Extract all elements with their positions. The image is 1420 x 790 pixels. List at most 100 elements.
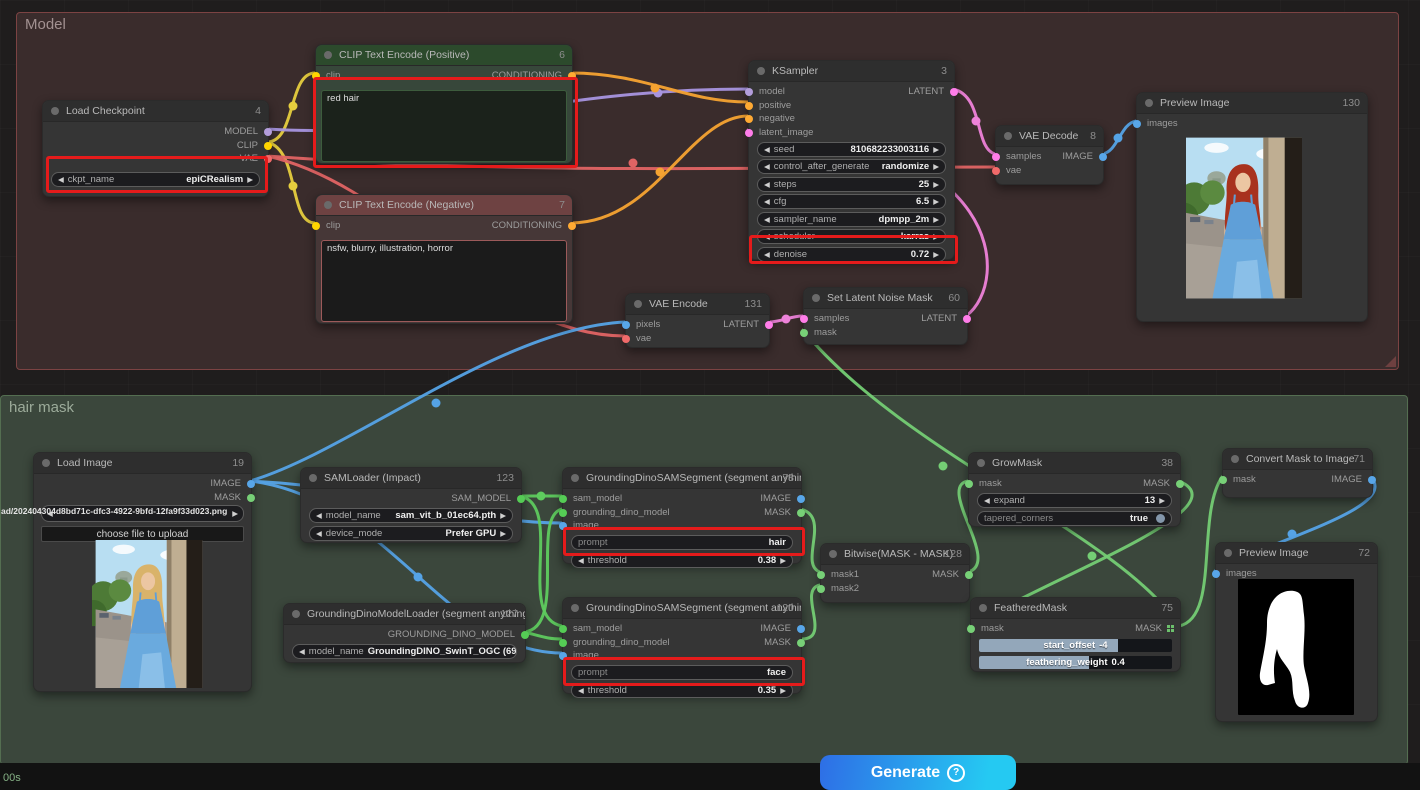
- port-mask-out[interactable]: [797, 509, 805, 517]
- stepper-left-icon[interactable]: ◀: [764, 162, 770, 171]
- port-sam-model-out[interactable]: [517, 495, 525, 503]
- stepper-left-icon[interactable]: ◀: [764, 180, 770, 189]
- stepper-left-icon[interactable]: ◀: [764, 197, 770, 206]
- widget-threshold[interactable]: ◀ threshold 0.38 ▶: [571, 553, 793, 568]
- node-grow-mask[interactable]: GrowMask 38 mask MASK ◀ expand 13 ▶ tape…: [968, 452, 1181, 527]
- widget-tapered-corners[interactable]: tapered_corners true: [977, 511, 1172, 526]
- stepper-left-icon[interactable]: ◀: [578, 556, 584, 565]
- port-images-in[interactable]: [1212, 570, 1220, 578]
- port-clip-in[interactable]: [312, 72, 320, 80]
- port-pixels-in[interactable]: [622, 321, 630, 329]
- node-preview-image-130[interactable]: Preview Image 130 images: [1136, 92, 1368, 322]
- node-header[interactable]: SAMLoader (Impact) 123: [301, 468, 521, 489]
- collapse-toggle-icon[interactable]: [309, 474, 317, 482]
- stepper-right-icon[interactable]: ▶: [933, 145, 939, 154]
- stepper-left-icon[interactable]: ◀: [58, 175, 64, 184]
- stepper-right-icon[interactable]: ▶: [500, 511, 506, 520]
- collapse-toggle-icon[interactable]: [292, 610, 300, 618]
- node-header[interactable]: GroundingDinoSAMSegment (segment anythin…: [563, 468, 801, 489]
- node-load-image[interactable]: Load Image 19 IMAGE MASK ◀ ▶ choose file…: [33, 452, 252, 692]
- node-clip-text-encode-negative[interactable]: CLIP Text Encode (Negative) 7 clip CONDI…: [315, 194, 573, 324]
- group-model-title[interactable]: Model: [25, 16, 66, 33]
- collapse-toggle-icon[interactable]: [634, 300, 642, 308]
- slider-feathering-weight[interactable]: feathering_weight 0.4: [979, 656, 1172, 669]
- stepper-left-icon[interactable]: ◀: [316, 511, 322, 520]
- port-image-out[interactable]: [797, 495, 805, 503]
- stepper-left-icon[interactable]: ◀: [764, 250, 770, 259]
- collapse-toggle-icon[interactable]: [829, 550, 837, 558]
- port-latent-in[interactable]: [745, 129, 753, 137]
- collapse-toggle-icon[interactable]: [1004, 132, 1012, 140]
- port-image-out[interactable]: [247, 480, 255, 488]
- node-feathered-mask[interactable]: FeatheredMask 75 mask MASK start_offset …: [970, 597, 1181, 672]
- collapse-toggle-icon[interactable]: [324, 51, 332, 59]
- group-resize-handle[interactable]: [1385, 356, 1396, 367]
- node-header[interactable]: Preview Image 130: [1137, 93, 1367, 114]
- node-header[interactable]: VAE Encode 131: [626, 294, 769, 315]
- port-image-out[interactable]: [797, 625, 805, 633]
- port-mask2-in[interactable]: [817, 585, 825, 593]
- port-mask-in[interactable]: [800, 329, 808, 337]
- port-conditioning-out[interactable]: [568, 222, 576, 230]
- node-preview-image-72[interactable]: Preview Image 72 images: [1215, 542, 1378, 722]
- node-set-latent-noise-mask[interactable]: Set Latent Noise Mask 60 samples LATENT …: [803, 287, 968, 345]
- collapse-toggle-icon[interactable]: [757, 67, 765, 75]
- node-ksampler[interactable]: KSampler 3 model LATENT positive negativ…: [748, 60, 955, 260]
- widget-model-name[interactable]: ◀ model_name sam_vit_b_01ec64.pth ▶: [309, 508, 513, 523]
- port-sam-model-in[interactable]: [559, 625, 567, 633]
- port-latent-out[interactable]: [765, 321, 773, 329]
- widget-expand[interactable]: ◀ expand 13 ▶: [977, 493, 1172, 508]
- collapse-toggle-icon[interactable]: [977, 459, 985, 467]
- node-header[interactable]: Preview Image 72: [1216, 543, 1377, 564]
- collapse-toggle-icon[interactable]: [324, 201, 332, 209]
- prompt-textarea[interactable]: red hair: [321, 90, 567, 162]
- port-latent-out[interactable]: [950, 88, 958, 96]
- node-header[interactable]: CLIP Text Encode (Positive) 6: [316, 45, 572, 66]
- node-vae-decode[interactable]: VAE Decode 8 samples IMAGE vae: [995, 125, 1104, 185]
- collapse-toggle-icon[interactable]: [42, 459, 50, 467]
- stepper-left-icon[interactable]: ◀: [764, 145, 770, 154]
- stepper-right-icon[interactable]: ▶: [780, 556, 786, 565]
- port-samples-in[interactable]: [800, 315, 808, 323]
- stepper-left-icon[interactable]: ◀: [764, 232, 770, 241]
- collapse-toggle-icon[interactable]: [1231, 455, 1239, 463]
- collapse-toggle-icon[interactable]: [1145, 99, 1153, 107]
- port-mask-out[interactable]: [247, 494, 255, 502]
- port-mask-out[interactable]: [797, 639, 805, 647]
- collapse-toggle-icon[interactable]: [812, 294, 820, 302]
- widget-sampler-name[interactable]: ◀ sampler_name dpmpp_2m ▶: [757, 212, 946, 227]
- stepper-right-icon[interactable]: ▶: [933, 180, 939, 189]
- port-dino-model-out[interactable]: [521, 631, 529, 639]
- stepper-left-icon[interactable]: ◀: [299, 647, 305, 656]
- node-grounding-dino-sam-segment-hair[interactable]: GroundingDinoSAMSegment (segment anythin…: [562, 467, 802, 564]
- stepper-right-icon[interactable]: ▶: [247, 175, 253, 184]
- port-mask1-in[interactable]: [817, 571, 825, 579]
- stepper-right-icon[interactable]: ▶: [933, 250, 939, 259]
- node-vae-encode[interactable]: VAE Encode 131 pixels LATENT vae: [625, 293, 770, 348]
- node-header[interactable]: Set Latent Noise Mask 60: [804, 288, 967, 309]
- node-header[interactable]: Convert Mask to Image 71: [1223, 449, 1372, 470]
- widget-steps[interactable]: ◀ steps 25 ▶: [757, 177, 946, 192]
- node-header[interactable]: KSampler 3: [749, 61, 954, 82]
- port-vae-in[interactable]: [622, 335, 630, 343]
- node-header[interactable]: FeatheredMask 75: [971, 598, 1180, 619]
- stepper-right-icon[interactable]: ▶: [1159, 496, 1165, 505]
- port-vae[interactable]: [264, 155, 272, 163]
- group-hair-mask-title[interactable]: hair mask: [9, 399, 74, 416]
- slider-start-offset[interactable]: start_offset -4: [979, 639, 1172, 652]
- node-bitwise-mask[interactable]: Bitwise(MASK - MASK) 128 mask1 MASK mask…: [820, 543, 970, 603]
- prompt-textarea[interactable]: nsfw, blurry, illustration, horror: [321, 240, 567, 322]
- widget-device-mode[interactable]: ◀ device_mode Prefer GPU ▶: [309, 526, 513, 541]
- port-samples-in[interactable]: [992, 153, 1000, 161]
- stepper-left-icon[interactable]: ◀: [764, 215, 770, 224]
- node-header[interactable]: GrowMask 38: [969, 453, 1180, 474]
- port-clip[interactable]: [264, 142, 272, 150]
- widget-denoise[interactable]: ◀ denoise 0.72 ▶: [757, 247, 946, 262]
- port-clip-in[interactable]: [312, 222, 320, 230]
- stepper-right-icon[interactable]: ▶: [232, 509, 238, 518]
- port-image-out[interactable]: [1368, 476, 1376, 484]
- help-icon[interactable]: ?: [947, 764, 965, 782]
- node-sam-loader[interactable]: SAMLoader (Impact) 123 SAM_MODEL ◀ model…: [300, 467, 522, 543]
- port-image-in[interactable]: [559, 652, 567, 660]
- node-clip-text-encode-positive[interactable]: CLIP Text Encode (Positive) 6 clip CONDI…: [315, 44, 573, 164]
